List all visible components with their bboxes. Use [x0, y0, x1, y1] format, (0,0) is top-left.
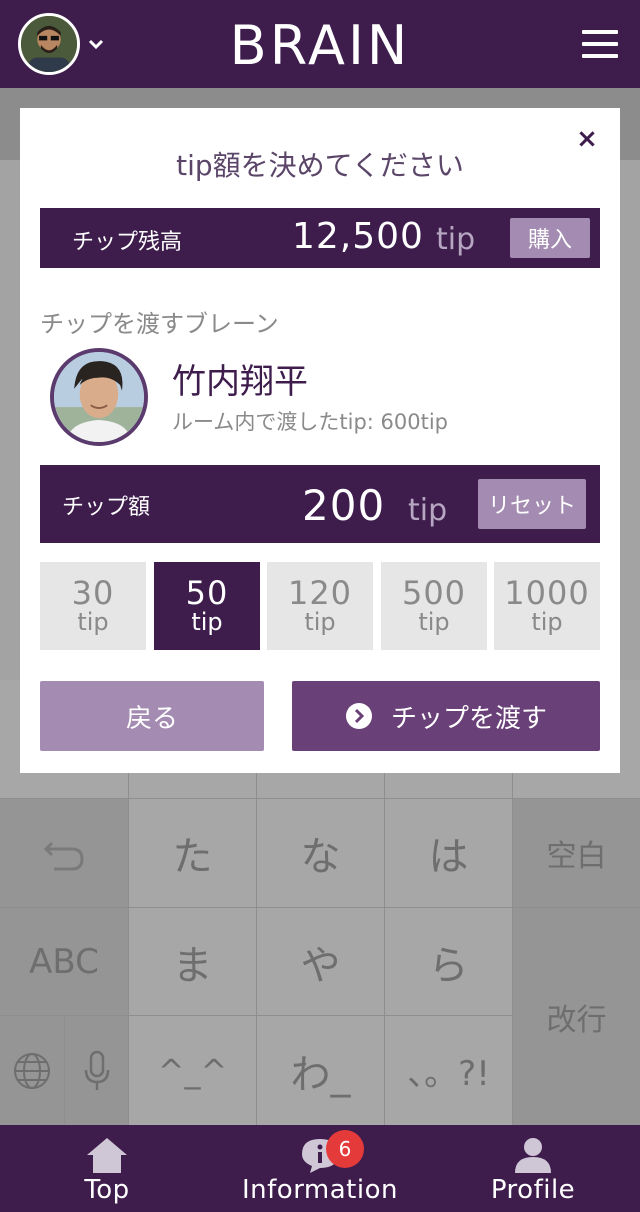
tip-amount-unit: tip: [408, 493, 448, 528]
amount-option-50[interactable]: 50 tip: [154, 562, 260, 650]
key-enter[interactable]: 改行: [513, 908, 640, 1125]
notification-badge: 6: [326, 1130, 364, 1168]
key-punct[interactable]: 、。?!: [385, 1016, 512, 1125]
key-ha[interactable]: は: [385, 799, 512, 907]
tip-modal: × tip額を決めてください チップ残高 12,500 tip 購入 チップを渡…: [20, 108, 620, 773]
globe-key[interactable]: [0, 1016, 64, 1125]
app-header: BRAIN: [0, 0, 640, 88]
tip-amount-bar: チップ額 200 tip リセット: [40, 465, 600, 543]
key-ma[interactable]: ま: [129, 908, 256, 1015]
nav-top-label: Top: [84, 1175, 130, 1205]
undo-icon: [43, 841, 84, 871]
nav-information-label: Information: [241, 1175, 398, 1205]
key-face[interactable]: ^_^: [129, 1016, 256, 1125]
key-space[interactable]: 空白: [513, 799, 640, 907]
nav-top[interactable]: Top: [64, 1125, 150, 1212]
amount-option-1000[interactable]: 1000 tip: [494, 562, 600, 650]
balance-value: 12,500: [292, 216, 424, 257]
balance-unit: tip: [436, 222, 476, 257]
mic-key[interactable]: [65, 1016, 128, 1125]
nav-profile[interactable]: Profile: [490, 1125, 576, 1212]
send-tip-button[interactable]: チップを渡す: [292, 681, 600, 751]
brain-name: 竹内翔平: [172, 362, 308, 402]
key-ta[interactable]: た: [129, 799, 256, 907]
reset-button[interactable]: リセット: [478, 479, 586, 529]
home-icon: [87, 1138, 127, 1173]
key-na[interactable]: な: [257, 799, 384, 907]
balance-label: チップ残高: [72, 230, 183, 255]
key-wa[interactable]: わ_: [257, 1016, 384, 1125]
brain-avatar: [50, 348, 148, 446]
user-icon: [515, 1138, 551, 1173]
balance-bar: チップ残高 12,500 tip 購入: [40, 208, 600, 268]
buy-button[interactable]: 購入: [510, 218, 590, 258]
globe-icon: [14, 1052, 50, 1089]
back-button[interactable]: 戻る: [40, 681, 264, 751]
undo-key[interactable]: [0, 799, 128, 907]
microphone-icon: [84, 1050, 109, 1090]
amount-option-120[interactable]: 120 tip: [267, 562, 373, 650]
app-brand: BRAIN: [229, 14, 411, 77]
amount-option-30[interactable]: 30 tip: [40, 562, 146, 650]
nav-profile-label: Profile: [490, 1175, 576, 1205]
menu-icon[interactable]: [582, 30, 618, 58]
key-abc[interactable]: ABC: [0, 908, 128, 1015]
modal-title: tip額を決めてください: [176, 149, 464, 182]
recipient-section-label: チップを渡すブレーン: [40, 310, 279, 338]
tip-amount-label: チップ額: [62, 495, 151, 520]
nav-information[interactable]: Information 6: [240, 1125, 400, 1212]
amount-option-500[interactable]: 500 tip: [381, 562, 487, 650]
key-ya[interactable]: や: [257, 908, 384, 1015]
bottom-nav: Top Information 6 Profile: [0, 1125, 640, 1212]
chevron-right-circle-icon: [345, 703, 372, 729]
key-ra[interactable]: ら: [385, 908, 512, 1015]
tip-amount-value: 200: [302, 481, 386, 530]
brain-tip-sent: ルーム内で渡したtip: 600tip: [172, 410, 448, 434]
send-tip-label: チップを渡す: [390, 703, 547, 734]
amount-options: 30 tip 50 tip 120 tip 500 tip 1000 tip: [40, 562, 600, 650]
